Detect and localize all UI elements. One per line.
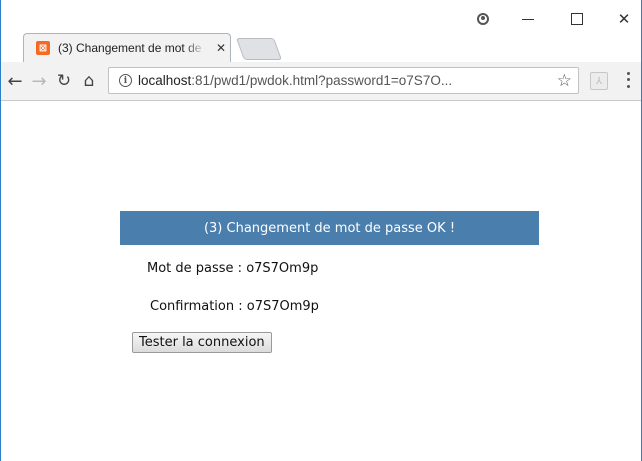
password-line: Mot de passe : o7S7Om9p [147, 261, 319, 276]
url-path: :81/pwd1/pwdok.html?password1=o7S7O... [191, 73, 453, 88]
url-text[interactable]: localhost:81/pwd1/pwdok.html?password1=o… [138, 73, 538, 88]
browser-window: ⊠ (3) Changement de mot de passe OK ! ✕ … [0, 0, 642, 461]
page-content: (3) Changement de mot de passe OK ! Mot … [1, 101, 641, 461]
tab-inner: ⊠ (3) Changement de mot de passe OK ! ✕ [34, 34, 230, 62]
address-bar[interactable]: i localhost:81/pwd1/pwdok.html?password1… [108, 67, 579, 94]
close-window-button[interactable]: ✕ [604, 6, 642, 32]
confirmation-line: Confirmation : o7S7Om9p [150, 299, 319, 314]
xampp-icon: ⊠ [36, 41, 50, 55]
url-host: localhost [138, 73, 192, 88]
test-connection-button[interactable]: Tester la connexion [132, 332, 272, 353]
menu-dots-icon[interactable] [621, 70, 635, 90]
bookmark-star-icon[interactable]: ☆ [557, 71, 572, 91]
forward-arrow-icon[interactable]: → [29, 71, 49, 92]
tab-close-icon[interactable]: ✕ [216, 41, 226, 55]
tab-title: (3) Changement de mot de passe OK ! [58, 41, 206, 55]
page-banner: (3) Changement de mot de passe OK ! [120, 211, 539, 245]
minimize-button[interactable] [508, 6, 548, 32]
new-tab-button[interactable] [235, 38, 283, 60]
reload-icon[interactable]: ↻ [54, 71, 74, 91]
pdf-extension-icon[interactable]: ⅄ [590, 72, 608, 90]
maximize-button[interactable] [557, 6, 597, 32]
tab-strip: ⊠ (3) Changement de mot de passe OK ! ✕ … [1, 0, 641, 62]
browser-tab[interactable]: ⊠ (3) Changement de mot de passe OK ! ✕ [23, 33, 231, 62]
profile-icon[interactable] [463, 6, 503, 32]
info-icon[interactable]: i [119, 74, 132, 87]
back-arrow-icon[interactable]: ← [5, 71, 25, 92]
browser-toolbar: ← → ↻ ⌂ i localhost:81/pwd1/pwdok.html?p… [1, 62, 641, 101]
home-icon[interactable]: ⌂ [79, 71, 99, 91]
